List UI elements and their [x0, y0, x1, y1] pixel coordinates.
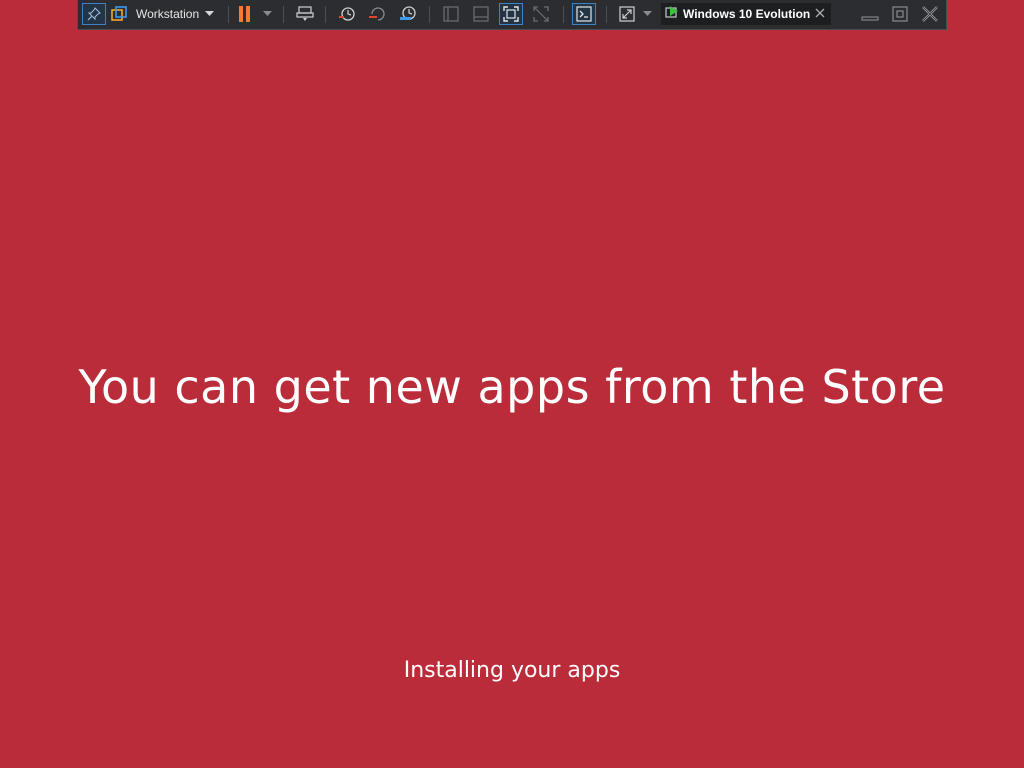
full-screen-icon — [503, 6, 519, 22]
oobe-headline: You can get new apps from the Store — [78, 360, 946, 414]
chevron-down-icon — [642, 11, 652, 17]
send-ctrl-alt-del-button[interactable] — [294, 3, 316, 25]
vm-tab-title: Windows 10 Evolution — [683, 7, 811, 21]
send-ctrl-alt-del-icon — [296, 6, 314, 22]
full-screen-button[interactable] — [499, 3, 523, 25]
toolbar-separator — [228, 6, 229, 23]
vm-tab-close-button[interactable] — [813, 7, 827, 21]
show-library-button[interactable] — [440, 3, 462, 25]
toolbar-separator — [606, 6, 607, 23]
pin-toolbar-button[interactable] — [82, 3, 106, 25]
library-button[interactable] — [109, 3, 129, 25]
console-view-icon — [576, 6, 592, 22]
restore-icon — [892, 6, 908, 22]
chevron-down-icon — [205, 11, 215, 17]
stretch-guest-button[interactable] — [616, 3, 638, 25]
close-icon — [815, 5, 825, 23]
unity-button[interactable] — [530, 3, 552, 25]
library-icon — [111, 6, 127, 22]
minimize-button[interactable] — [860, 3, 880, 25]
take-snapshot-icon — [338, 6, 356, 22]
oobe-status-text: Installing your apps — [403, 658, 621, 683]
toolbar-separator — [283, 6, 284, 23]
workstation-menu-button[interactable]: Workstation — [132, 3, 222, 25]
revert-snapshot-button[interactable] — [366, 3, 388, 25]
restore-button[interactable] — [890, 3, 910, 25]
stretch-options-dropdown[interactable] — [641, 3, 653, 25]
vm-guest-screen: Workstation Windows 10 Evolution You can… — [0, 0, 1024, 768]
vm-tab[interactable]: Windows 10 Evolution — [661, 3, 831, 25]
stretch-icon — [619, 6, 635, 22]
snapshot-manager-icon — [399, 6, 417, 22]
library-view-icon — [443, 6, 459, 22]
suspend-pause-button[interactable] — [235, 3, 255, 25]
toolbar-separator — [563, 6, 564, 23]
unity-icon — [533, 6, 549, 22]
take-snapshot-button[interactable] — [336, 3, 358, 25]
vmware-fullscreen-toolbar: Workstation Windows 10 Evolution — [77, 0, 947, 30]
workstation-menu-label: Workstation — [136, 7, 200, 21]
console-view-button[interactable] — [572, 3, 596, 25]
pin-icon — [87, 7, 101, 21]
snapshot-manager-button[interactable] — [397, 3, 419, 25]
pause-icon — [238, 6, 252, 22]
vm-running-icon — [665, 5, 679, 24]
toolbar-separator — [325, 6, 326, 23]
close-icon — [921, 5, 939, 23]
minimize-icon — [861, 7, 879, 21]
thumbnail-bar-icon — [473, 6, 489, 22]
thumbnail-bar-button[interactable] — [470, 3, 492, 25]
power-options-dropdown[interactable] — [260, 3, 274, 25]
close-button[interactable] — [919, 3, 941, 25]
chevron-down-icon — [262, 11, 272, 17]
revert-snapshot-icon — [368, 6, 386, 22]
toolbar-separator — [429, 6, 430, 23]
